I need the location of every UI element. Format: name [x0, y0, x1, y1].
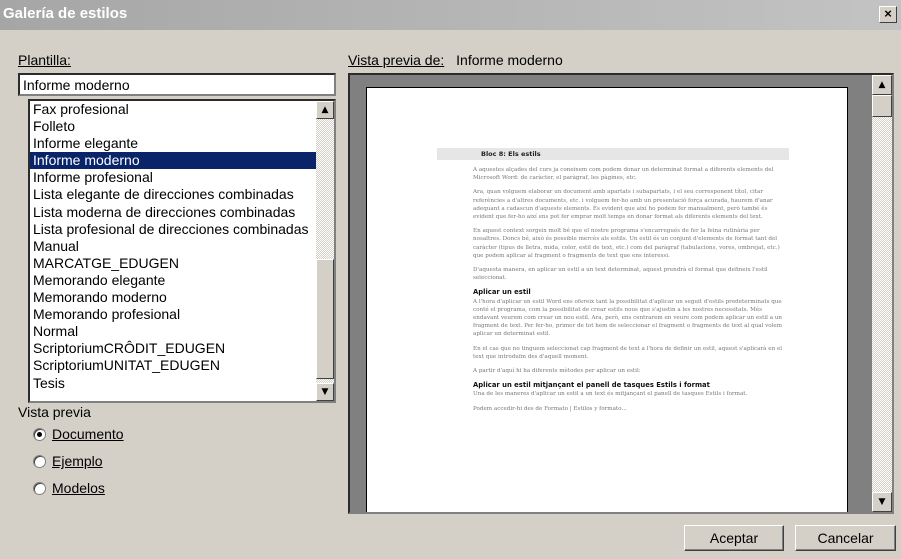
- radio-label: Ejemplo: [52, 453, 103, 469]
- template-list-item[interactable]: Informe moderno: [30, 152, 334, 170]
- template-list-item[interactable]: Lista moderna de direcciones combinadas: [30, 204, 334, 221]
- scroll-up-icon[interactable]: ▲: [872, 75, 892, 95]
- template-list-item[interactable]: Lista elegante de direcciones combinadas: [30, 186, 334, 203]
- preview-page: Bloc 8: Els estils A aquestes alçades de…: [366, 87, 848, 512]
- template-list-item[interactable]: Lista profesional de direcciones combina…: [30, 221, 334, 238]
- radio-modelos[interactable]: Modelos: [33, 479, 105, 497]
- scroll-thumb[interactable]: [872, 95, 892, 117]
- ok-button[interactable]: Aceptar: [684, 525, 784, 551]
- template-list-item[interactable]: Tesis: [30, 375, 334, 392]
- radio-label: Modelos: [52, 480, 105, 496]
- scroll-thumb[interactable]: [316, 259, 334, 379]
- template-list-item[interactable]: Memorando elegante: [30, 272, 334, 289]
- template-name-input[interactable]: Informe moderno: [18, 73, 336, 96]
- doc-paragraph: En aquest context sorgeix molt bé que el…: [473, 228, 780, 259]
- doc-subheading: Aplicar un estil: [473, 288, 531, 297]
- template-list[interactable]: Fax profesional Folleto Informe elegante In…: [28, 99, 336, 403]
- radio-documento[interactable]: Documento: [33, 425, 124, 443]
- radio-ejemplo[interactable]: Ejemplo: [33, 452, 103, 470]
- preview-label-text: Vista previa de:: [348, 52, 445, 68]
- doc-paragraph: A partir d'aquí hi ha diferents mètodes …: [473, 368, 641, 375]
- preview-mode-label: Vista previa: [18, 404, 91, 420]
- radio-button-icon[interactable]: [33, 427, 46, 441]
- template-label-text: Plantilla:: [18, 52, 71, 68]
- template-list-item[interactable]: Informe profesional: [30, 169, 334, 186]
- doc-paragraph: Podem accedir-hi des de Formato | Estilo…: [473, 405, 627, 412]
- doc-paragraph: Una de les maneres d'aplicar un estil a …: [473, 391, 748, 398]
- preview-pane: Bloc 8: Els estils A aquestes alçades de…: [348, 73, 894, 514]
- template-list-item[interactable]: ScriptoriumUNITAT_EDUGEN: [30, 357, 334, 374]
- template-list-item[interactable]: Memorando profesional: [30, 306, 334, 323]
- window-title: Galería de estilos: [3, 5, 128, 22]
- preview-scrollbar[interactable]: ▲ ▼: [872, 75, 892, 512]
- template-list-item[interactable]: Normal: [30, 323, 334, 340]
- doc-paragraph: Ara, quan volguem elaborar un document a…: [473, 189, 773, 221]
- title-bar: Galería de estilos ×: [0, 0, 901, 30]
- template-label: Plantilla:: [18, 52, 71, 68]
- doc-paragraph: A l'hora d'aplicar un estil Word ens ofe…: [473, 298, 783, 338]
- template-list-item[interactable]: ScriptoriumCRÔDIT_EDUGEN: [30, 340, 334, 357]
- doc-paragraph: A aquestes alçades del curs ja coneixem …: [473, 167, 774, 182]
- template-list-item[interactable]: Manual: [30, 238, 334, 255]
- preview-label: Vista previa de: Informe moderno: [348, 52, 563, 68]
- scroll-down-icon[interactable]: ▼: [872, 492, 892, 512]
- template-list-item[interactable]: Memorando moderno: [30, 289, 334, 306]
- template-list-item[interactable]: Informe elegante: [30, 135, 334, 152]
- template-list-item[interactable]: MARCATGE_EDUGEN: [30, 255, 334, 272]
- scroll-down-icon[interactable]: ▼: [316, 383, 334, 401]
- scroll-up-icon[interactable]: ▲: [316, 101, 334, 119]
- doc-paragraph: D'aquesta manera, en aplicar un estil a …: [473, 267, 768, 282]
- radio-button-icon[interactable]: [33, 454, 46, 468]
- preview-template-name: Informe moderno: [456, 52, 563, 68]
- cancel-button[interactable]: Cancelar: [795, 525, 896, 551]
- template-list-item[interactable]: Folleto: [30, 118, 334, 135]
- doc-heading: Bloc 8: Els estils: [437, 148, 789, 160]
- close-button[interactable]: ×: [879, 6, 897, 23]
- radio-label: Documento: [52, 426, 124, 442]
- doc-paragraph: En el cas que no tinguem seleccionat cap…: [473, 345, 783, 360]
- template-list-item[interactable]: Fax profesional: [30, 101, 334, 118]
- template-list-scrollbar[interactable]: ▲ ▼: [316, 101, 334, 401]
- radio-button-icon[interactable]: [33, 481, 46, 495]
- doc-subheading: Aplicar un estil mitjançant el panell de…: [473, 381, 710, 390]
- preview-document: Bloc 8: Els estils A aquestes alçades de…: [437, 148, 789, 419]
